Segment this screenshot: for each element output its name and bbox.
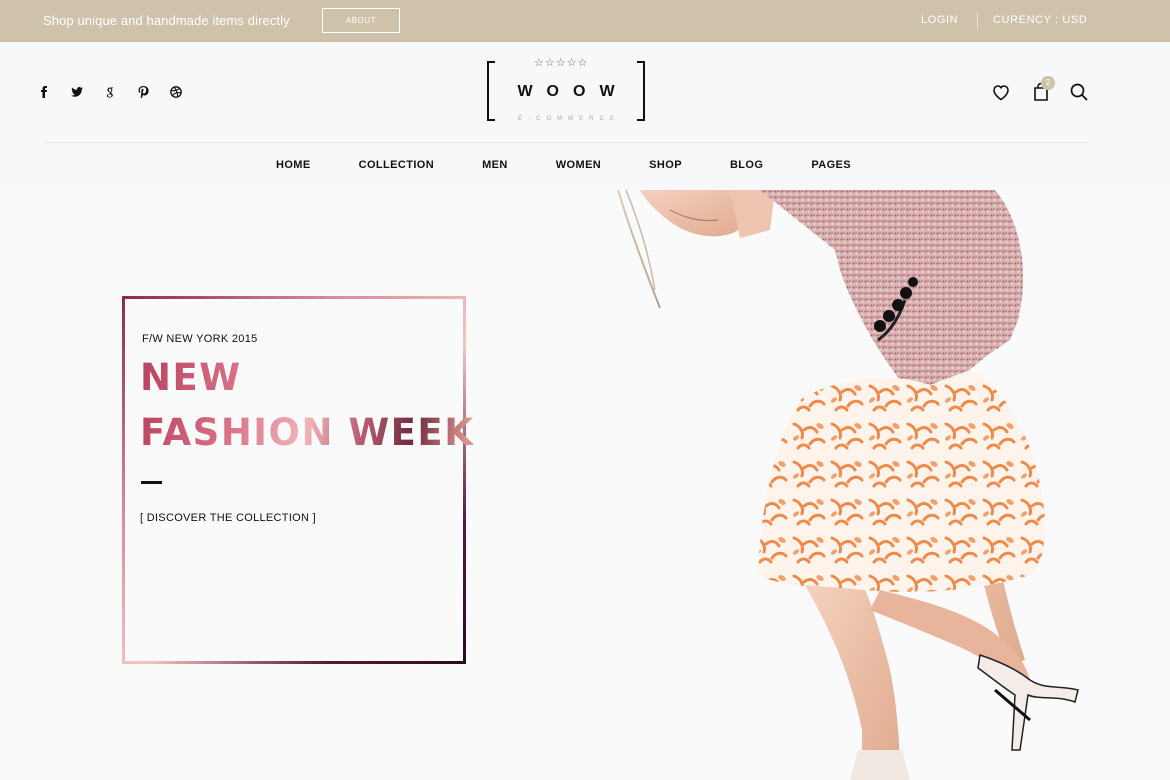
site-logo[interactable]: ☆☆☆☆☆ WOOW E-COMMERCE bbox=[487, 56, 645, 124]
logo-wordmark: WOOW bbox=[517, 83, 629, 100]
nav-item-men[interactable]: MEN bbox=[482, 159, 508, 171]
hero-banner: F/W NEW YORK 2015 NEW FASHION WEEK [ DIS… bbox=[0, 190, 1170, 780]
nav-item-blog[interactable]: BLOG bbox=[730, 159, 763, 171]
nav-item-home[interactable]: HOME bbox=[276, 159, 311, 171]
nav-item-collection[interactable]: COLLECTION bbox=[359, 159, 435, 171]
hero-dash bbox=[141, 481, 162, 484]
hero-headline-line1: NEW bbox=[140, 356, 242, 399]
hero-eyebrow: F/W NEW YORK 2015 bbox=[142, 333, 258, 345]
google-plus-icon[interactable] bbox=[104, 86, 137, 102]
currency-selector[interactable]: CURENCY : USD bbox=[993, 14, 1087, 26]
nav-item-women[interactable]: WOMEN bbox=[556, 159, 601, 171]
hero-model-image bbox=[617, 190, 1079, 780]
site-header: ☆☆☆☆☆ WOOW E-COMMERCE 2 HOME COLLECTION … bbox=[0, 42, 1170, 190]
hero-headline: NEW FASHION WEEK bbox=[140, 350, 520, 460]
cart-count-badge: 2 bbox=[1041, 76, 1055, 90]
logo-subtitle: E-COMMERCE bbox=[518, 116, 620, 122]
header-divider bbox=[43, 142, 1088, 143]
heart-icon[interactable] bbox=[990, 81, 1012, 103]
about-button[interactable]: ABOUT bbox=[322, 8, 400, 33]
social-links bbox=[38, 86, 203, 102]
topbar-divider bbox=[977, 12, 978, 29]
main-nav: HOME COLLECTION MEN WOMEN SHOP BLOG PAGE… bbox=[276, 159, 851, 171]
rating-stars-icon: ☆☆☆☆☆ bbox=[534, 57, 589, 69]
nav-item-shop[interactable]: SHOP bbox=[649, 159, 682, 171]
search-icon[interactable] bbox=[1068, 81, 1090, 103]
pinterest-icon[interactable] bbox=[137, 86, 170, 102]
nav-item-pages[interactable]: PAGES bbox=[811, 159, 851, 171]
twitter-icon[interactable] bbox=[71, 86, 104, 102]
dribbble-icon[interactable] bbox=[170, 86, 203, 102]
top-bar: Shop unique and handmade items directly … bbox=[0, 0, 1170, 42]
hero-headline-line2: FASHION WEEK bbox=[140, 411, 475, 454]
login-link[interactable]: LOGIN bbox=[921, 14, 958, 26]
discover-collection-link[interactable]: [ DISCOVER THE COLLECTION ] bbox=[140, 512, 316, 524]
facebook-icon[interactable] bbox=[38, 86, 71, 102]
tagline: Shop unique and handmade items directly bbox=[43, 13, 290, 28]
